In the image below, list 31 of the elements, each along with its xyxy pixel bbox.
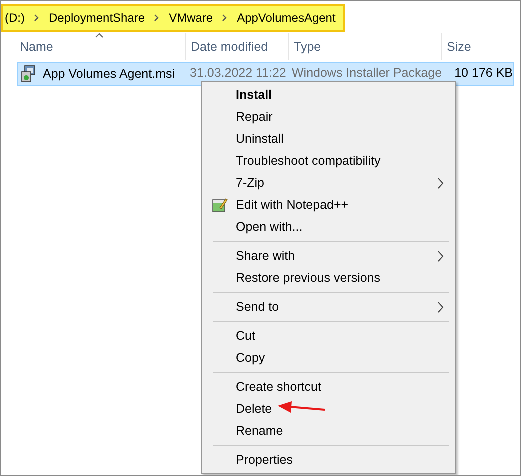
- menu-item[interactable]: Edit with Notepad++: [202, 194, 455, 216]
- menu-item[interactable]: Uninstall: [202, 128, 455, 150]
- menu-item[interactable]: Copy: [202, 347, 455, 369]
- menu-item[interactable]: Rename: [202, 420, 455, 442]
- menu-item[interactable]: Create shortcut: [202, 376, 455, 398]
- file-name: App Volumes Agent.msi: [43, 67, 176, 81]
- breadcrumb-item[interactable]: (D:): [5, 10, 25, 24]
- menu-item[interactable]: Send to: [202, 296, 455, 318]
- menu-item[interactable]: Repair: [202, 106, 455, 128]
- date-cell: 31.03.2022 11:22: [190, 66, 286, 80]
- breadcrumb-item[interactable]: DeploymentShare: [49, 10, 146, 24]
- menu-item[interactable]: Open with...: [202, 216, 455, 238]
- size-cell: 10 176 KB: [454, 66, 513, 80]
- menu-item[interactable]: Share with: [202, 245, 455, 267]
- chevron-icon: [34, 14, 40, 22]
- chevron-icon: [154, 14, 160, 22]
- column-header[interactable]: Type: [294, 40, 322, 54]
- menu-item[interactable]: Install: [202, 84, 455, 106]
- column-header[interactable]: Name: [20, 40, 54, 54]
- menu-item[interactable]: Cut: [202, 325, 455, 347]
- breadcrumb-item[interactable]: VMware: [169, 10, 214, 24]
- column-header[interactable]: Date modified: [191, 40, 268, 54]
- menu-item[interactable]: Troubleshoot compatibility: [202, 150, 455, 172]
- menu-item[interactable]: Delete: [202, 398, 455, 420]
- menu-item[interactable]: Restore previous versions: [202, 267, 455, 289]
- menu-item[interactable]: 7-Zip: [202, 172, 455, 194]
- breadcrumb-item[interactable]: AppVolumesAgent: [237, 10, 336, 24]
- chevron-icon: [222, 14, 228, 22]
- type-cell: Windows Installer Package: [292, 66, 442, 80]
- column-header[interactable]: Size: [447, 40, 472, 54]
- menu-item[interactable]: Properties: [202, 449, 455, 471]
